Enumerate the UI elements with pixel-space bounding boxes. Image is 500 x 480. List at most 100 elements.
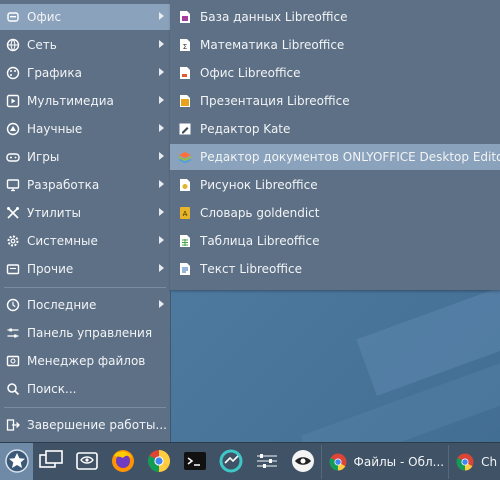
chevron-right-icon: [159, 40, 164, 48]
libreoffice-calc-icon: [178, 234, 192, 248]
chrome-icon: [146, 448, 172, 477]
tools-icon: [6, 206, 20, 220]
libreoffice-icon: [178, 66, 192, 80]
libreoffice-draw-icon: [178, 178, 192, 192]
submenu-item-goldendict[interactable]: A Словарь goldendict: [170, 200, 500, 226]
menu-category-label: Офис: [27, 10, 62, 24]
chevron-right-icon: [159, 236, 164, 244]
chrome-icon: [455, 452, 475, 472]
network-icon: [218, 448, 244, 477]
submenu-item-label: Редактор Kate: [200, 122, 291, 136]
submenu-item-libreoffice-math[interactable]: Σ Математика Libreoffice: [170, 32, 500, 58]
chevron-right-icon: [159, 208, 164, 216]
chevron-right-icon: [159, 12, 164, 20]
mixer-launcher[interactable]: [249, 443, 285, 480]
menu-separator: [4, 287, 166, 288]
submenu-item-label: Редактор документов ONLYOFFICE Desktop E…: [200, 150, 500, 164]
submenu-item-libreoffice-writer[interactable]: Текст Libreoffice: [170, 256, 500, 282]
menu-recent[interactable]: Последние: [0, 292, 170, 318]
menu-category-label: Графика: [27, 66, 82, 80]
onlyoffice-icon: [178, 150, 192, 164]
svg-text:A: A: [183, 210, 188, 218]
globe-icon: [6, 38, 20, 52]
chevron-right-icon: [159, 124, 164, 132]
menu-category-multimedia[interactable]: Мультимедиа: [0, 88, 170, 114]
menu-category-network[interactable]: Сеть: [0, 32, 170, 58]
menu-category-graphics[interactable]: Графика: [0, 60, 170, 86]
menu-category-games[interactable]: Игры: [0, 144, 170, 170]
chevron-right-icon: [159, 152, 164, 160]
libreoffice-impress-icon: [178, 94, 192, 108]
menu-category-label: Сеть: [27, 38, 57, 52]
menu-category-label: Прочие: [27, 262, 74, 276]
mixer-icon: [255, 450, 279, 475]
menu-search-label: Поиск...: [27, 382, 77, 396]
monitor-icon: [6, 178, 20, 192]
chevron-right-icon: [159, 300, 164, 308]
kate-icon: [178, 122, 192, 136]
libreoffice-math-icon: Σ: [178, 38, 192, 52]
start-menu: Офис Сеть Графика Мультимедиа Научные Иг: [0, 0, 170, 442]
window-switcher-button[interactable]: [33, 443, 69, 480]
taskbar-task-label: Файлы - Обл...: [353, 455, 445, 469]
submenu-item-label: База данных Libreoffice: [200, 10, 348, 24]
eye-icon: [290, 448, 316, 477]
menu-category-label: Утилиты: [27, 206, 82, 220]
science-icon: [6, 122, 20, 136]
file-manager-icon: [75, 450, 99, 475]
libreoffice-base-icon: [178, 10, 192, 24]
menu-search[interactable]: Поиск...: [0, 376, 170, 402]
chevron-right-icon: [159, 180, 164, 188]
submenu-item-label: Презентация Libreoffice: [200, 94, 350, 108]
taskbar-task-chrome[interactable]: Ch: [448, 445, 500, 479]
sliders-icon: [6, 326, 20, 340]
submenu-item-label: Текст Libreoffice: [200, 262, 302, 276]
firefox-launcher[interactable]: [105, 443, 141, 480]
menu-category-office[interactable]: Офис: [0, 4, 170, 30]
submenu-item-label: Словарь goldendict: [200, 206, 320, 220]
office-submenu: База данных Libreoffice Σ Математика Lib…: [170, 0, 500, 290]
menu-file-manager[interactable]: Менеджер файлов: [0, 348, 170, 374]
terminal-icon: [183, 450, 207, 475]
office-icon: [6, 10, 20, 24]
clock-icon: [6, 298, 20, 312]
start-menu-button[interactable]: [0, 443, 34, 480]
chevron-right-icon: [159, 68, 164, 76]
menu-file-manager-label: Менеджер файлов: [27, 354, 146, 368]
folder-icon: [6, 262, 20, 276]
menu-category-science[interactable]: Научные: [0, 116, 170, 142]
submenu-item-onlyoffice[interactable]: Редактор документов ONLYOFFICE Desktop E…: [170, 144, 500, 170]
chrome-icon: [328, 452, 348, 472]
taskbar-task-files[interactable]: Файлы - Обл...: [320, 445, 449, 479]
network-launcher[interactable]: [213, 443, 249, 480]
chrome-launcher[interactable]: [141, 443, 177, 480]
submenu-item-label: Офис Libreoffice: [200, 66, 301, 80]
window-switcher-icon: [39, 449, 63, 475]
menu-category-label: Игры: [27, 150, 60, 164]
terminal-launcher[interactable]: [177, 443, 213, 480]
menu-category-development[interactable]: Разработка: [0, 172, 170, 198]
menu-category-label: Разработка: [27, 178, 100, 192]
play-icon: [6, 94, 20, 108]
submenu-item-libreoffice-draw[interactable]: Рисунок Libreoffice: [170, 172, 500, 198]
chevron-right-icon: [159, 96, 164, 104]
svg-text:Σ: Σ: [183, 43, 187, 51]
menu-shutdown[interactable]: Завершение работы...: [0, 412, 170, 438]
submenu-item-label: Математика Libreoffice: [200, 38, 345, 52]
submenu-item-libreoffice[interactable]: Офис Libreoffice: [170, 60, 500, 86]
menu-recent-label: Последние: [27, 298, 97, 312]
menu-category-system[interactable]: Системные: [0, 228, 170, 254]
file-manager-launcher[interactable]: [69, 443, 105, 480]
menu-category-other[interactable]: Прочие: [0, 256, 170, 282]
menu-control-panel[interactable]: Панель управления: [0, 320, 170, 346]
start-menu-icon: [4, 448, 30, 477]
eye-launcher[interactable]: [285, 443, 321, 480]
menu-control-panel-label: Панель управления: [27, 326, 153, 340]
submenu-item-libreoffice-base[interactable]: База данных Libreoffice: [170, 4, 500, 30]
submenu-item-libreoffice-calc[interactable]: Таблица Libreoffice: [170, 228, 500, 254]
submenu-item-kate[interactable]: Редактор Kate: [170, 116, 500, 142]
menu-category-label: Системные: [27, 234, 98, 248]
submenu-item-label: Рисунок Libreoffice: [200, 178, 318, 192]
submenu-item-libreoffice-impress[interactable]: Презентация Libreoffice: [170, 88, 500, 114]
menu-category-utilities[interactable]: Утилиты: [0, 200, 170, 226]
